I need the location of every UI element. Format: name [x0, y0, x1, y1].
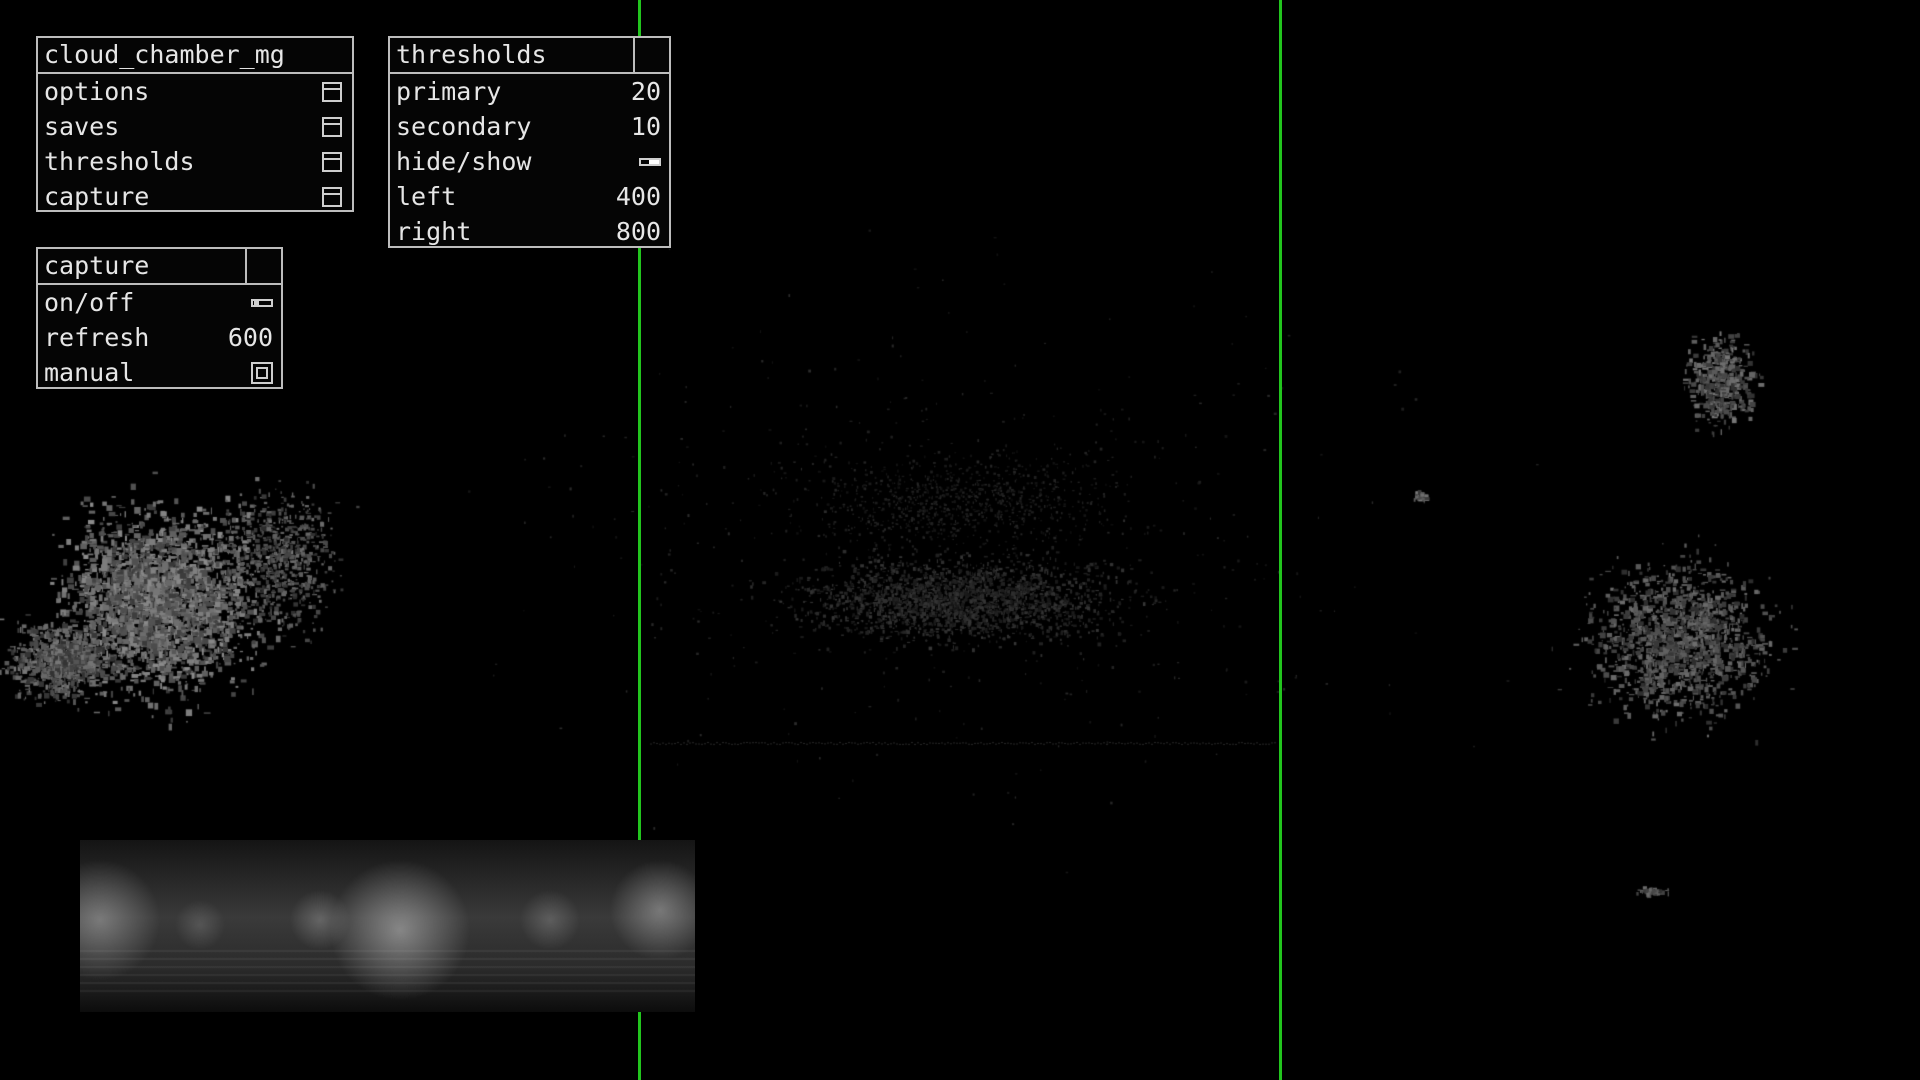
- right-value: 800: [615, 217, 661, 246]
- refresh-value: 600: [227, 323, 273, 352]
- right-slider[interactable]: right 800: [390, 214, 669, 249]
- folder-thresholds-label: thresholds: [44, 147, 195, 176]
- folder-thresholds[interactable]: thresholds: [38, 144, 352, 179]
- folder-icon: [322, 151, 342, 172]
- hide-show-toggle[interactable]: hide/show: [390, 144, 669, 179]
- main-panel-header[interactable]: cloud_chamber_mg: [38, 38, 352, 74]
- secondary-value: 10: [630, 112, 661, 141]
- folder-icon: [322, 81, 342, 102]
- folder-icon: [322, 186, 342, 207]
- folder-options-label: options: [44, 77, 150, 106]
- capture-panel: capture on/off refresh 600 manual: [36, 247, 283, 389]
- primary-value: 20: [630, 77, 661, 106]
- refresh-label: refresh: [44, 323, 150, 352]
- minimize-box[interactable]: [633, 38, 669, 72]
- right-label: right: [396, 217, 472, 246]
- folder-capture-label: capture: [44, 182, 150, 211]
- primary-label: primary: [396, 77, 502, 106]
- left-value: 400: [615, 182, 661, 211]
- folder-options[interactable]: options: [38, 74, 352, 109]
- on-off-label: on/off: [44, 288, 135, 317]
- main-panel-title: cloud_chamber_mg: [44, 40, 285, 69]
- refresh-slider[interactable]: refresh 600: [38, 320, 281, 355]
- primary-slider[interactable]: primary 20: [390, 74, 669, 109]
- left-slider[interactable]: left 400: [390, 179, 669, 214]
- secondary-slider[interactable]: secondary 10: [390, 109, 669, 144]
- capture-panel-title: capture: [44, 251, 150, 280]
- main-gui-panel: cloud_chamber_mg options saves threshold…: [36, 36, 354, 212]
- thresholds-panel-title: thresholds: [396, 40, 547, 69]
- manual-button[interactable]: manual: [38, 355, 281, 390]
- folder-capture[interactable]: capture: [38, 179, 352, 214]
- cloud-chamber-viewport: cloud_chamber_mg options saves threshold…: [0, 0, 1920, 1080]
- capture-panel-header[interactable]: capture: [38, 249, 281, 285]
- hide-show-label: hide/show: [396, 147, 532, 176]
- square-button-icon: [251, 361, 273, 384]
- folder-saves-label: saves: [44, 112, 120, 141]
- right-threshold-line[interactable]: [1279, 0, 1282, 1080]
- toggle-icon: [251, 298, 273, 307]
- thresholds-panel: thresholds primary 20 secondary 10 hide/…: [388, 36, 671, 248]
- folder-saves[interactable]: saves: [38, 109, 352, 144]
- folder-icon: [322, 116, 342, 137]
- left-label: left: [396, 182, 457, 211]
- capture-preview-image: [80, 840, 695, 1012]
- secondary-label: secondary: [396, 112, 532, 141]
- thresholds-panel-header[interactable]: thresholds: [390, 38, 669, 74]
- minimize-box[interactable]: [245, 249, 281, 283]
- on-off-toggle[interactable]: on/off: [38, 285, 281, 320]
- toggle-icon: [639, 157, 661, 166]
- manual-label: manual: [44, 358, 135, 387]
